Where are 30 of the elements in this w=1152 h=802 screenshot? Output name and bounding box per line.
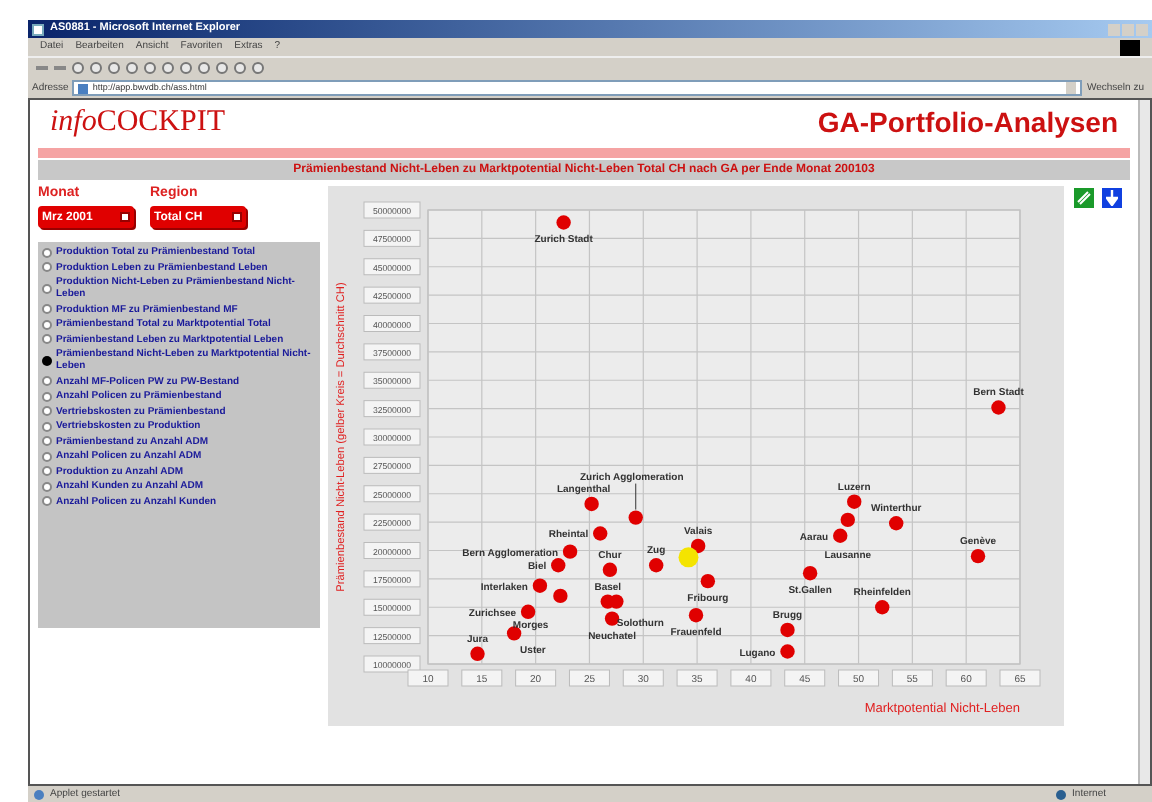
download-button[interactable] xyxy=(1100,186,1125,210)
radio-button[interactable] xyxy=(42,391,52,401)
page-heading: GA-Portfolio-Analysen xyxy=(817,108,1118,136)
radio-button[interactable] xyxy=(42,262,52,272)
radio-button[interactable] xyxy=(42,451,52,461)
chart-type-button[interactable] xyxy=(1072,186,1097,210)
vertical-scrollbar[interactable] xyxy=(1138,100,1150,784)
radio-button[interactable] xyxy=(42,355,52,365)
radio-button[interactable] xyxy=(42,406,52,416)
radio-button[interactable] xyxy=(42,376,52,386)
radio-button[interactable] xyxy=(42,481,52,491)
radio-button[interactable] xyxy=(42,496,52,506)
ie-page-icon xyxy=(32,23,44,35)
radio-button[interactable] xyxy=(42,319,52,329)
applet-icon xyxy=(34,789,44,799)
radio-button[interactable] xyxy=(42,247,52,257)
dropdown-icon xyxy=(232,212,242,222)
radio-button[interactable] xyxy=(42,304,52,314)
slash-icon xyxy=(1076,190,1093,206)
radio-button[interactable] xyxy=(42,334,52,344)
logo: infoCOCKPIT xyxy=(50,106,226,138)
page-icon xyxy=(78,83,89,93)
radio-button[interactable] xyxy=(42,466,52,476)
leader-line xyxy=(635,483,637,511)
dropdown-icon xyxy=(120,212,130,222)
radio-button[interactable] xyxy=(42,436,52,446)
radio-button[interactable] xyxy=(42,283,52,293)
globe-icon xyxy=(1056,789,1067,799)
radio-button[interactable] xyxy=(42,421,52,431)
down-arrow-icon xyxy=(1106,190,1119,206)
